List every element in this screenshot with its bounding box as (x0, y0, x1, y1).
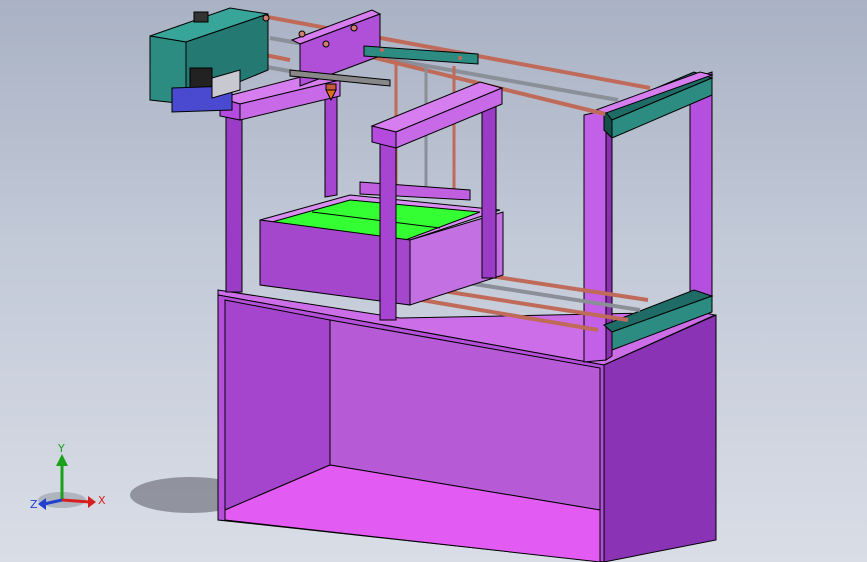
x-axis-line (61, 498, 91, 504)
detail-screw-4 (322, 40, 330, 48)
x-axis-label: X (98, 494, 106, 507)
y-axis-arrow (56, 454, 68, 466)
x-axis-arrow (88, 496, 96, 508)
detail-screw-3 (298, 30, 306, 38)
rail-screw-1 (380, 48, 384, 52)
front-post (583, 109, 607, 363)
axis-triad[interactable]: Y X Z (30, 440, 120, 520)
rail-screw-2 (458, 56, 462, 60)
y-axis-label: Y (57, 442, 65, 455)
cad-viewport[interactable] (0, 0, 867, 562)
nozzle-body (325, 83, 337, 91)
mid-post-right (481, 105, 497, 279)
detail-screw-1 (262, 14, 270, 22)
mid-post (379, 137, 397, 321)
stepper-motor-2 (193, 11, 209, 23)
back-post-right (689, 71, 713, 306)
left-post (225, 109, 243, 293)
z-axis-label: Z (30, 498, 38, 511)
detail-screw-2 (350, 24, 358, 32)
